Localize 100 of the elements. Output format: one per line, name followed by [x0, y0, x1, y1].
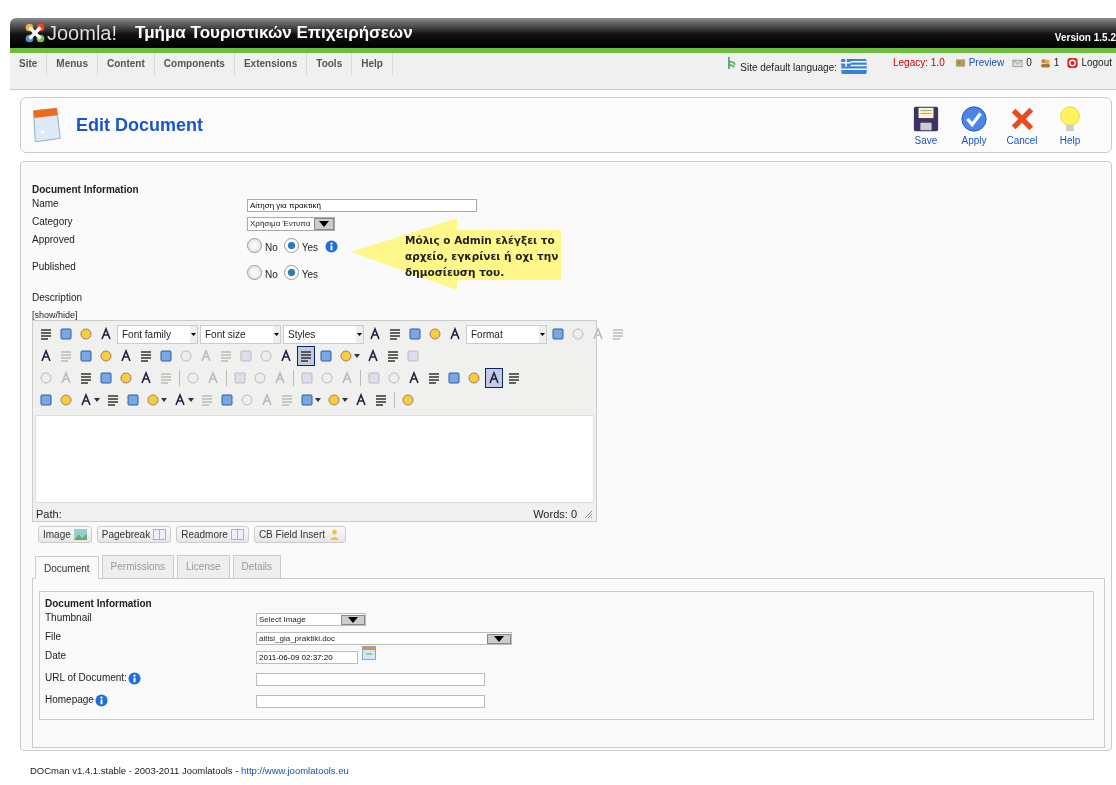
insert-button[interactable]: Readmore	[176, 526, 249, 543]
letter-a-icon	[273, 371, 287, 385]
lines-icon	[106, 393, 120, 407]
radio-option[interactable]: Yes	[283, 265, 319, 280]
select-field[interactable]: Select Image	[256, 613, 366, 626]
insert-button[interactable]: Image	[38, 526, 92, 543]
text-field[interactable]	[256, 673, 485, 686]
resize-grip-icon[interactable]	[583, 509, 593, 519]
toolbar-button[interactable]	[485, 368, 503, 388]
letter-a-icon	[119, 349, 133, 363]
letter-a-icon	[206, 371, 220, 385]
field-label: Name	[32, 198, 60, 211]
dropdown-arrow-icon	[357, 332, 362, 336]
menu-item[interactable]: Content	[98, 53, 155, 75]
lines-icon	[59, 349, 73, 363]
flag-icon	[841, 59, 867, 74]
preview-link[interactable]: Preview	[968, 57, 1005, 68]
square-icon	[39, 393, 53, 407]
toolbar-dropdown[interactable]: Font size	[200, 324, 281, 344]
circle-icon	[179, 349, 193, 363]
radio-option[interactable]: No	[247, 265, 278, 280]
letter-a-icon	[279, 349, 293, 363]
square-icon	[300, 393, 314, 407]
field-label: File	[45, 631, 62, 642]
lines-icon	[159, 371, 173, 385]
circle-icon	[119, 371, 133, 385]
radio-option[interactable]: No	[247, 238, 278, 253]
circle-icon	[327, 393, 341, 407]
radio-option[interactable]: Yes	[283, 238, 319, 253]
circle-icon	[467, 371, 481, 385]
show-hide-link[interactable]: [show/hide]	[32, 310, 1103, 320]
toolbar-dropdown[interactable]: Styles	[283, 324, 364, 344]
circle-icon	[401, 393, 415, 407]
section-heading: Document Information	[32, 184, 140, 195]
select-field[interactable]: aitisi_gia_praktiki.doc	[256, 632, 512, 645]
preview-icon	[954, 57, 966, 69]
text-field[interactable]	[256, 695, 485, 708]
help-button[interactable]: Help	[1049, 104, 1091, 146]
logout-link[interactable]: Logout	[1081, 57, 1112, 68]
letter-a-icon	[59, 371, 73, 385]
letter-a-icon	[366, 349, 380, 363]
toolbar-dropdown[interactable]: Font family	[117, 324, 198, 344]
save-button[interactable]: Save	[905, 104, 947, 146]
letter-a-icon	[340, 371, 354, 385]
picture-icon	[73, 529, 87, 540]
letter-a-icon	[448, 327, 462, 341]
menu-item[interactable]: Help	[352, 53, 393, 75]
category-select[interactable]: Χρήσιμα Έντυπα	[247, 216, 336, 231]
circle-icon	[259, 349, 273, 363]
letter-a-icon	[407, 371, 421, 385]
square-icon	[239, 349, 253, 363]
insert-button[interactable]: CB Field Insert	[253, 526, 346, 543]
logo-text: Joomla!	[47, 21, 118, 45]
square-icon	[447, 371, 461, 385]
menu-item[interactable]: Tools	[307, 53, 353, 75]
field-label: URL of Document:	[45, 672, 127, 683]
panel-icon	[153, 529, 167, 540]
menu-item[interactable]: Menus	[47, 53, 98, 75]
cancel-button[interactable]: Cancel	[1001, 104, 1043, 146]
square-icon	[233, 371, 247, 385]
lines-icon	[39, 327, 53, 341]
power-icon	[1067, 57, 1079, 69]
envelope-icon	[1012, 57, 1024, 69]
info-icon	[325, 240, 339, 253]
square-icon	[126, 393, 140, 407]
menu-item[interactable]: Site	[10, 53, 48, 75]
calendar-icon[interactable]	[362, 646, 377, 660]
dropdown-arrow-icon	[540, 332, 545, 336]
field-label: Category	[32, 216, 74, 229]
menu-item[interactable]: Extensions	[234, 53, 308, 75]
users-icon	[1039, 57, 1051, 69]
square-icon	[220, 393, 234, 407]
square-icon	[159, 349, 173, 363]
field-label: Homepage	[45, 694, 94, 705]
letter-a-icon	[99, 327, 113, 341]
apply-button[interactable]: Apply	[953, 104, 995, 146]
lines-icon	[374, 393, 388, 407]
toolbar-button[interactable]	[297, 346, 315, 366]
lines-icon	[427, 371, 441, 385]
circle-icon	[339, 349, 353, 363]
date-field[interactable]: 2011-06-09 02:37:20	[256, 651, 358, 664]
lines-icon	[200, 393, 214, 407]
text-field[interactable]: Αίτηση για πρακτική	[247, 199, 477, 212]
insert-button[interactable]: Pagebreak	[96, 526, 172, 543]
logo-icon	[24, 22, 46, 44]
tab[interactable]: Document	[35, 556, 99, 579]
lines-icon	[611, 327, 625, 341]
circle-icon	[39, 371, 53, 385]
dropdown-arrow-icon	[191, 332, 196, 336]
page-title: Edit Document	[76, 114, 203, 136]
field-label: Thumbnail	[45, 612, 92, 623]
lines-icon	[139, 349, 153, 363]
circle-icon	[428, 327, 442, 341]
checkmark-icon	[960, 104, 988, 133]
toolbar-dropdown[interactable]: Format	[466, 324, 547, 344]
caret-icon	[94, 398, 100, 402]
circle-icon	[571, 327, 585, 341]
menu-item[interactable]: Components	[154, 53, 235, 75]
letter-a-icon	[173, 393, 187, 407]
footer-link[interactable]: http://www.joomlatools.eu	[241, 765, 349, 776]
